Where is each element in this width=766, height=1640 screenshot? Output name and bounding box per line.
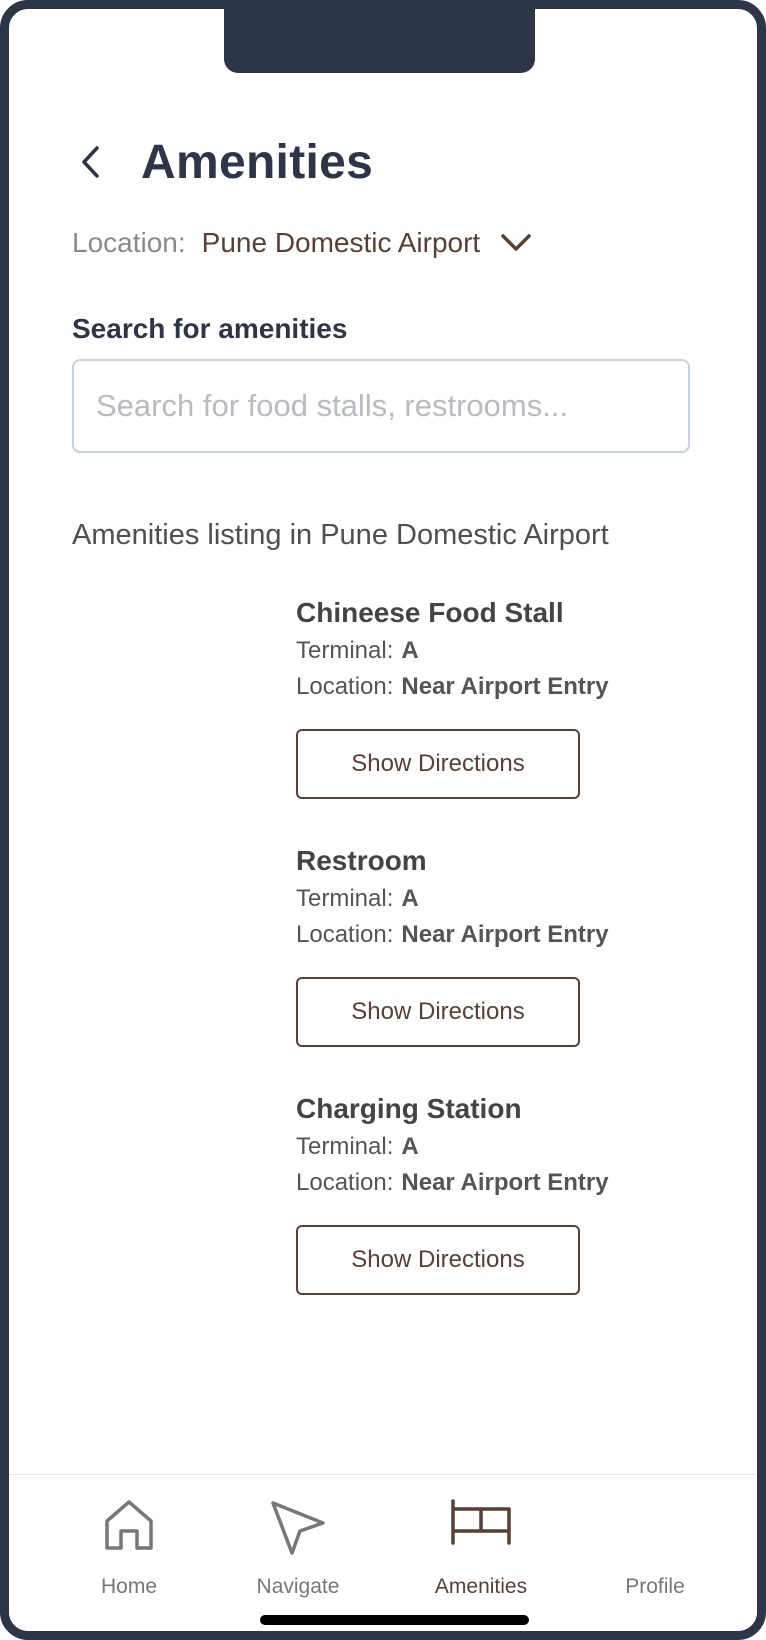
show-directions-button[interactable]: Show Directions [296, 977, 580, 1047]
chevron-left-icon [82, 146, 99, 178]
search-label: Search for amenities [72, 313, 348, 344]
tab-label: Amenities [434, 1575, 528, 1598]
terminal-row: Terminal: A [296, 633, 716, 669]
location-detail-label: Location: [296, 1169, 394, 1196]
listing-heading: Amenities listing in Pune Domestic Airpo… [72, 519, 609, 551]
bed-icon [451, 1499, 511, 1545]
location-detail-label: Location: [296, 673, 394, 700]
amenity-name: Restroom [296, 845, 427, 876]
location-detail-row: Location: Near Airport Entry [296, 669, 716, 705]
terminal-value: A [401, 637, 419, 664]
home-indicator [260, 1615, 529, 1625]
page-title: Amenities [141, 135, 374, 189]
location-detail-label: Location: [296, 921, 394, 948]
location-detail-row: Location: Near Airport Entry [296, 1165, 716, 1201]
location-detail-row: Location: Near Airport Entry [296, 917, 716, 953]
terminal-row: Terminal: A [296, 1129, 716, 1165]
amenity-name: Chineese Food Stall [296, 597, 564, 628]
terminal-row: Terminal: A [296, 881, 716, 917]
amenity-card: Chineese Food Stall Terminal: A Location:… [296, 593, 716, 841]
location-detail-value: Near Airport Entry [401, 1169, 609, 1196]
amenity-card: Charging Station Terminal: A Location: Nea… [296, 1089, 716, 1337]
tab-label: Home [100, 1575, 158, 1598]
location-dropdown[interactable]: Pune Domestic Airport [202, 227, 533, 259]
amenity-name: Charging Station [296, 1093, 522, 1124]
chevron-down-icon [500, 233, 532, 253]
location-value: Pune Domestic Airport [201, 227, 481, 258]
amenities-list: Chineese Food Stall Terminal: A Location:… [296, 593, 716, 1337]
phone-frame: Amenities Location: Pune Domestic Airpor… [0, 0, 766, 1640]
amenity-card: Restroom Terminal: A Location: Near Airpor… [296, 841, 716, 1089]
page-header: Amenities [79, 127, 373, 197]
terminal-value: A [401, 1133, 419, 1160]
terminal-label: Terminal: [296, 1133, 394, 1160]
tab-label: Profile [625, 1575, 685, 1598]
search-input[interactable] [72, 359, 690, 453]
location-detail-value: Near Airport Entry [401, 921, 609, 948]
show-directions-button[interactable]: Show Directions [296, 1225, 580, 1295]
terminal-label: Terminal: [296, 885, 394, 912]
show-directions-button[interactable]: Show Directions [296, 729, 580, 799]
terminal-value: A [401, 885, 419, 912]
device-notch [224, 9, 535, 73]
tab-label: Navigate [256, 1575, 340, 1598]
back-button[interactable] [79, 142, 119, 182]
location-detail-value: Near Airport Entry [401, 673, 609, 700]
location-label: Location: [72, 227, 186, 258]
terminal-label: Terminal: [296, 637, 394, 664]
navigate-arrow-icon [271, 1501, 325, 1555]
home-icon [105, 1500, 153, 1550]
location-row: Location: Pune Domestic Airport [72, 227, 532, 259]
